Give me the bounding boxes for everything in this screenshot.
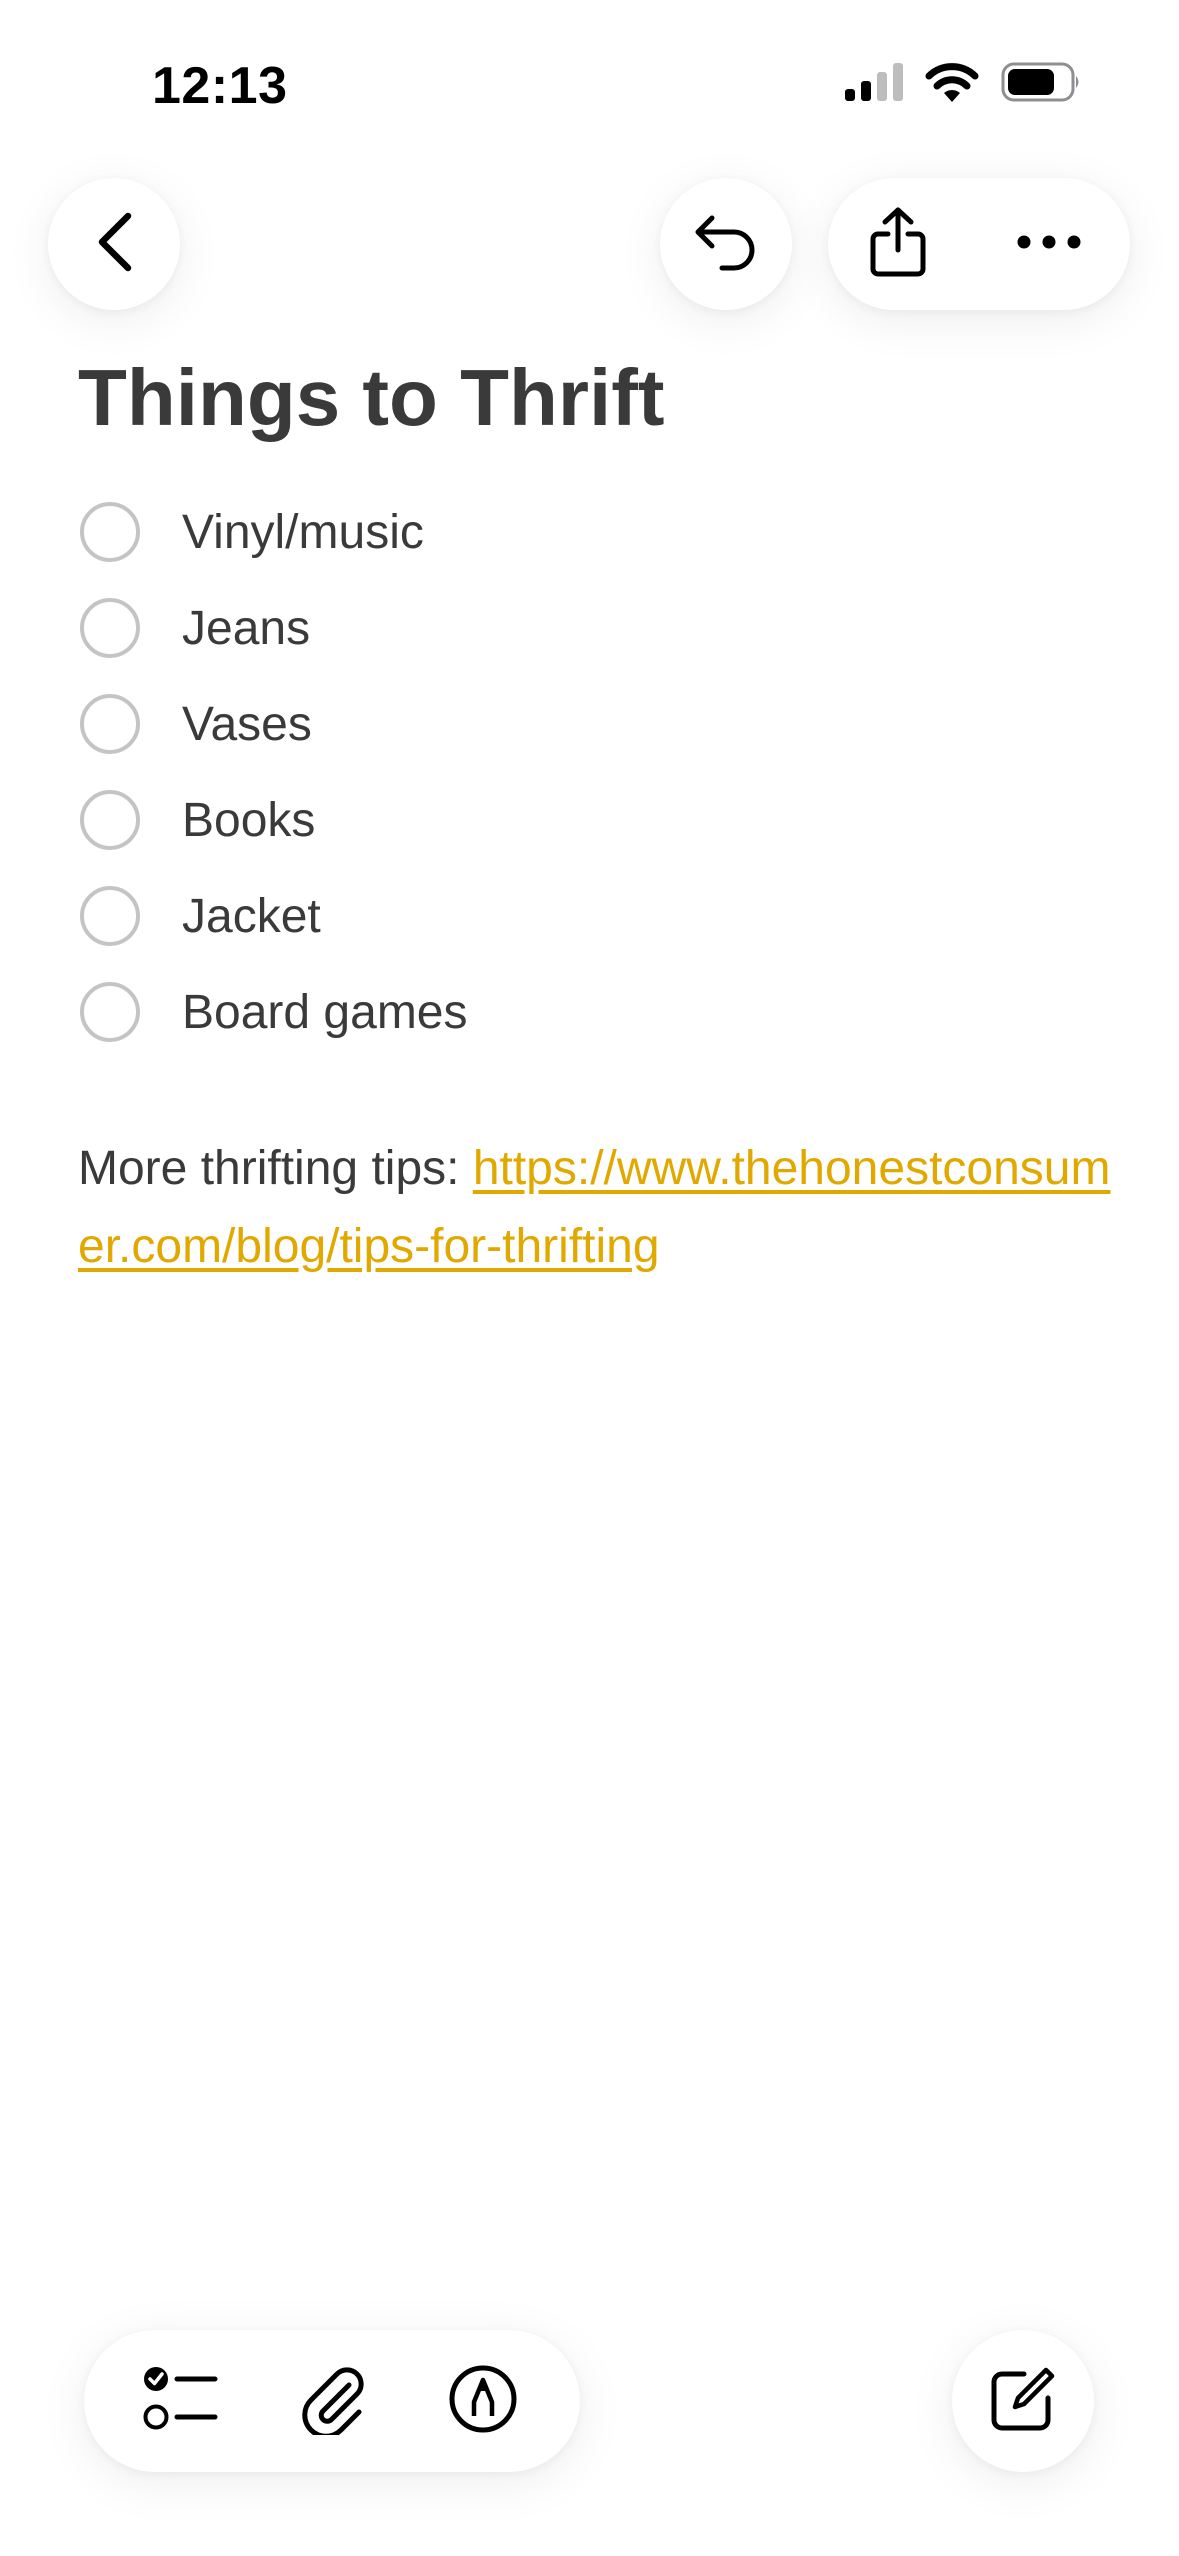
compose-button[interactable]	[952, 2330, 1094, 2472]
cellular-signal-icon	[845, 63, 903, 106]
checkbox[interactable]	[80, 598, 140, 658]
compose-icon	[990, 2366, 1056, 2437]
checklist-button[interactable]	[121, 2341, 241, 2461]
note-title[interactable]: Things to Thrift	[78, 352, 665, 444]
tips-paragraph: More thrifting tips: https://www.thehone…	[78, 1130, 1118, 1286]
bottom-toolbar	[84, 2330, 580, 2472]
checklist-item-label[interactable]: Books	[182, 793, 315, 848]
battery-icon	[1001, 62, 1081, 107]
checklist-item-label[interactable]: Jeans	[182, 601, 310, 656]
attach-button[interactable]	[272, 2341, 392, 2461]
undo-button[interactable]	[660, 178, 792, 310]
checkbox[interactable]	[80, 502, 140, 562]
checkbox[interactable]	[80, 694, 140, 754]
note-actions-pill	[828, 178, 1130, 310]
checklist-item-label[interactable]: Jacket	[182, 889, 321, 944]
checklist-item: Jeans	[80, 580, 1080, 676]
wifi-icon	[925, 62, 979, 107]
back-button[interactable]	[48, 178, 180, 310]
status-time: 12:13	[152, 57, 288, 115]
checklist-item: Books	[80, 772, 1080, 868]
status-icons	[845, 62, 1081, 107]
checklist-item-label[interactable]: Board games	[182, 985, 468, 1040]
markup-button[interactable]	[423, 2341, 543, 2461]
checklist-item: Board games	[80, 964, 1080, 1060]
checklist-item: Vinyl/music	[80, 484, 1080, 580]
checklist-item: Vases	[80, 676, 1080, 772]
share-button[interactable]	[828, 178, 968, 310]
ellipsis-icon	[1017, 235, 1081, 254]
checklist-item-label[interactable]: Vases	[182, 697, 312, 752]
checkbox[interactable]	[80, 886, 140, 946]
markup-pen-icon	[448, 2364, 518, 2439]
undo-icon	[692, 212, 760, 277]
chevron-left-icon	[92, 210, 136, 279]
checklist: Vinyl/music Jeans Vases Books Jacket Boa…	[80, 484, 1080, 1060]
checklist-item: Jacket	[80, 868, 1080, 964]
tips-prefix: More thrifting tips:	[78, 1142, 473, 1195]
checklist-icon	[143, 2365, 219, 2438]
checkbox[interactable]	[80, 982, 140, 1042]
checkbox[interactable]	[80, 790, 140, 850]
paperclip-icon	[299, 2363, 365, 2440]
more-button[interactable]	[968, 178, 1130, 310]
checklist-item-label[interactable]: Vinyl/music	[182, 505, 424, 560]
share-icon	[868, 206, 928, 283]
